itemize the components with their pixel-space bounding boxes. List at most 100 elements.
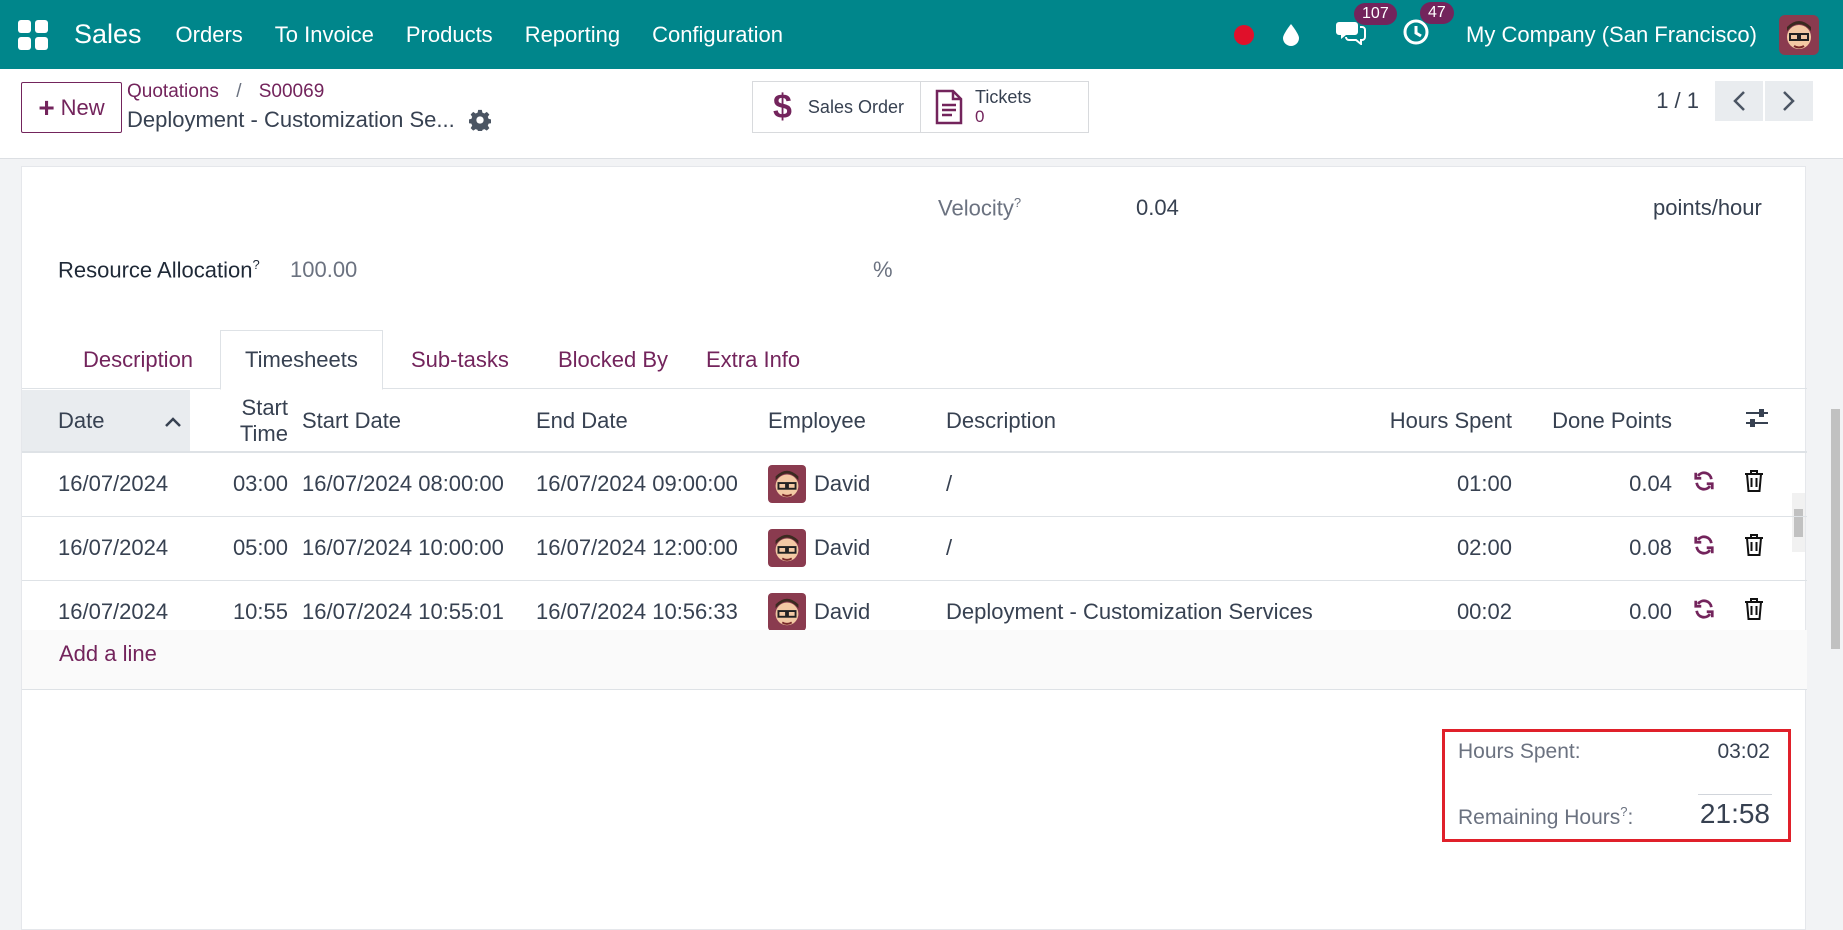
hours-spent-total: 03:02 (1717, 740, 1770, 763)
col-description[interactable]: Description (932, 390, 1316, 453)
record-dot-icon[interactable] (1234, 24, 1255, 45)
tickets-count: 0 (975, 107, 985, 126)
cell-employee[interactable]: David (754, 516, 932, 581)
record-title: Deployment - Customization Se... (127, 107, 455, 132)
pager: 1 / 1 (1656, 81, 1813, 121)
col-employee[interactable]: Employee (754, 390, 932, 453)
tab-timesheets[interactable]: Timesheets (220, 330, 383, 390)
velocity-value[interactable]: 0.04 (1136, 195, 1179, 221)
trash-icon[interactable] (1715, 452, 1807, 517)
employee-name: David (814, 599, 871, 624)
hours-summary: Hours Spent: 03:02 Remaining Hours?: 21:… (1442, 729, 1791, 842)
refresh-icon[interactable] (1672, 516, 1715, 581)
chevron-right-icon[interactable] (1765, 81, 1813, 121)
cell-hours-spent[interactable]: 02:00 (1316, 516, 1512, 581)
gear-icon[interactable] (468, 109, 491, 131)
breadcrumb: Quotations / S00069 (127, 81, 324, 103)
page-scrollbar[interactable] (1826, 166, 1843, 930)
tickets-label: Tickets (975, 87, 1032, 107)
velocity-label: Velocity? (938, 195, 1022, 221)
drop-icon[interactable] (1282, 23, 1300, 47)
cell-start-date[interactable]: 16/07/2024 08:00:00 (288, 452, 522, 517)
sales-order-label: Sales Order (807, 96, 904, 117)
new-button[interactable]: + New (21, 82, 122, 133)
tab-extra-info[interactable]: Extra Info (682, 330, 824, 389)
add-line-row (22, 630, 1807, 690)
cell-date[interactable]: 16/07/2024 (22, 516, 190, 581)
user-avatar[interactable] (1779, 14, 1819, 55)
notebook-tabs: Description Timesheets Sub-tasks Blocked… (22, 330, 1807, 552)
employee-avatar (768, 529, 806, 567)
cell-date[interactable]: 16/07/2024 (22, 452, 190, 517)
cell-done-points[interactable]: 0.04 (1512, 452, 1672, 517)
sliders-icon[interactable] (1715, 390, 1807, 453)
document-icon (935, 89, 963, 125)
tab-blocked-by[interactable]: Blocked By (534, 330, 692, 389)
table-row[interactable]: 16/07/2024 03:00 16/07/2024 08:00:00 16/07/… (22, 452, 1807, 517)
chevron-up-icon (164, 408, 182, 434)
menu-orders[interactable]: Orders (176, 22, 243, 48)
tab-description[interactable]: Description (59, 330, 217, 389)
activities-button[interactable]: 47 (1402, 2, 1454, 51)
plus-icon: + (38, 91, 55, 123)
totals-divider (1698, 794, 1772, 795)
menu-reporting[interactable]: Reporting (525, 22, 620, 48)
add-line-link[interactable]: Add a line (59, 641, 157, 667)
table-row[interactable]: 16/07/2024 05:00 16/07/2024 10:00:00 16/07/… (22, 516, 1807, 581)
remaining-hours-total: 21:58 (1699, 798, 1770, 829)
trash-icon[interactable] (1715, 516, 1807, 581)
col-date[interactable]: Date (22, 390, 190, 453)
menu-to-invoice[interactable]: To Invoice (275, 22, 374, 48)
employee-name: David (814, 535, 871, 560)
cell-done-points[interactable]: 0.08 (1512, 516, 1672, 581)
sales-order-smart-button[interactable]: $ Sales Order (752, 81, 921, 133)
control-panel: + New Quotations / S00069 Deployment - C… (0, 69, 1843, 159)
employee-name: David (814, 471, 871, 497)
employee-avatar (768, 593, 806, 631)
table-header: Date Start Time Start Date End Date Empl… (22, 390, 1807, 453)
velocity-help[interactable]: ? (1014, 195, 1021, 210)
cell-hours-spent[interactable]: 01:00 (1316, 452, 1512, 517)
refresh-icon[interactable] (1672, 452, 1715, 517)
messages-button[interactable]: 107 (1336, 3, 1397, 50)
app-brand[interactable]: Sales (74, 19, 142, 50)
breadcrumb-separator: / (236, 81, 242, 102)
cell-start-time[interactable]: 03:00 (190, 452, 288, 517)
form-sheet: Velocity? 0.04 points/hour Resource Allo… (21, 166, 1807, 930)
dollar-icon: $ (773, 87, 792, 126)
velocity-unit: points/hour (1653, 195, 1762, 220)
col-start-date[interactable]: Start Date (288, 390, 522, 453)
menu-configuration[interactable]: Configuration (652, 22, 783, 48)
resource-allocation-value[interactable]: 100.00 (290, 257, 357, 283)
top-navbar: Sales Orders To Invoice Products Reporti… (0, 0, 1843, 69)
col-end-date[interactable]: End Date (522, 390, 754, 453)
resource-allocation-unit: % (873, 257, 893, 282)
remaining-hours-label: Remaining Hours?: (1458, 804, 1634, 829)
cell-description[interactable]: / (932, 452, 1316, 517)
cell-end-date[interactable]: 16/07/2024 12:00:00 (522, 516, 754, 581)
menu-products[interactable]: Products (406, 22, 493, 48)
company-switcher[interactable]: My Company (San Francisco) (1466, 22, 1757, 48)
messages-badge: 107 (1354, 3, 1397, 25)
apps-grid-icon[interactable] (18, 19, 48, 50)
cell-employee[interactable]: David (754, 452, 932, 517)
cell-start-date[interactable]: 16/07/2024 10:00:00 (288, 516, 522, 581)
pager-value[interactable]: 1 / 1 (1656, 88, 1699, 114)
tickets-smart-button[interactable]: Tickets 0 (920, 81, 1089, 133)
col-done-points[interactable]: Done Points (1512, 390, 1672, 453)
breadcrumb-order[interactable]: S00069 (259, 81, 325, 102)
resource-help[interactable]: ? (252, 257, 259, 272)
activities-badge: 47 (1420, 2, 1454, 24)
col-start-time[interactable]: Start Time (190, 390, 288, 453)
cell-end-date[interactable]: 16/07/2024 09:00:00 (522, 452, 754, 517)
col-hours-spent[interactable]: Hours Spent (1316, 390, 1512, 453)
record-title-row: Deployment - Customization Se... (127, 107, 491, 133)
cell-start-time[interactable]: 05:00 (190, 516, 288, 581)
new-button-label: New (60, 94, 105, 120)
chevron-left-icon[interactable] (1715, 81, 1763, 121)
cell-description[interactable]: / (932, 516, 1316, 581)
breadcrumb-quotations[interactable]: Quotations (127, 81, 219, 102)
tab-sub-tasks[interactable]: Sub-tasks (387, 330, 533, 389)
hours-spent-label: Hours Spent: (1458, 740, 1581, 763)
resource-allocation-label: Resource Allocation? (58, 257, 260, 283)
